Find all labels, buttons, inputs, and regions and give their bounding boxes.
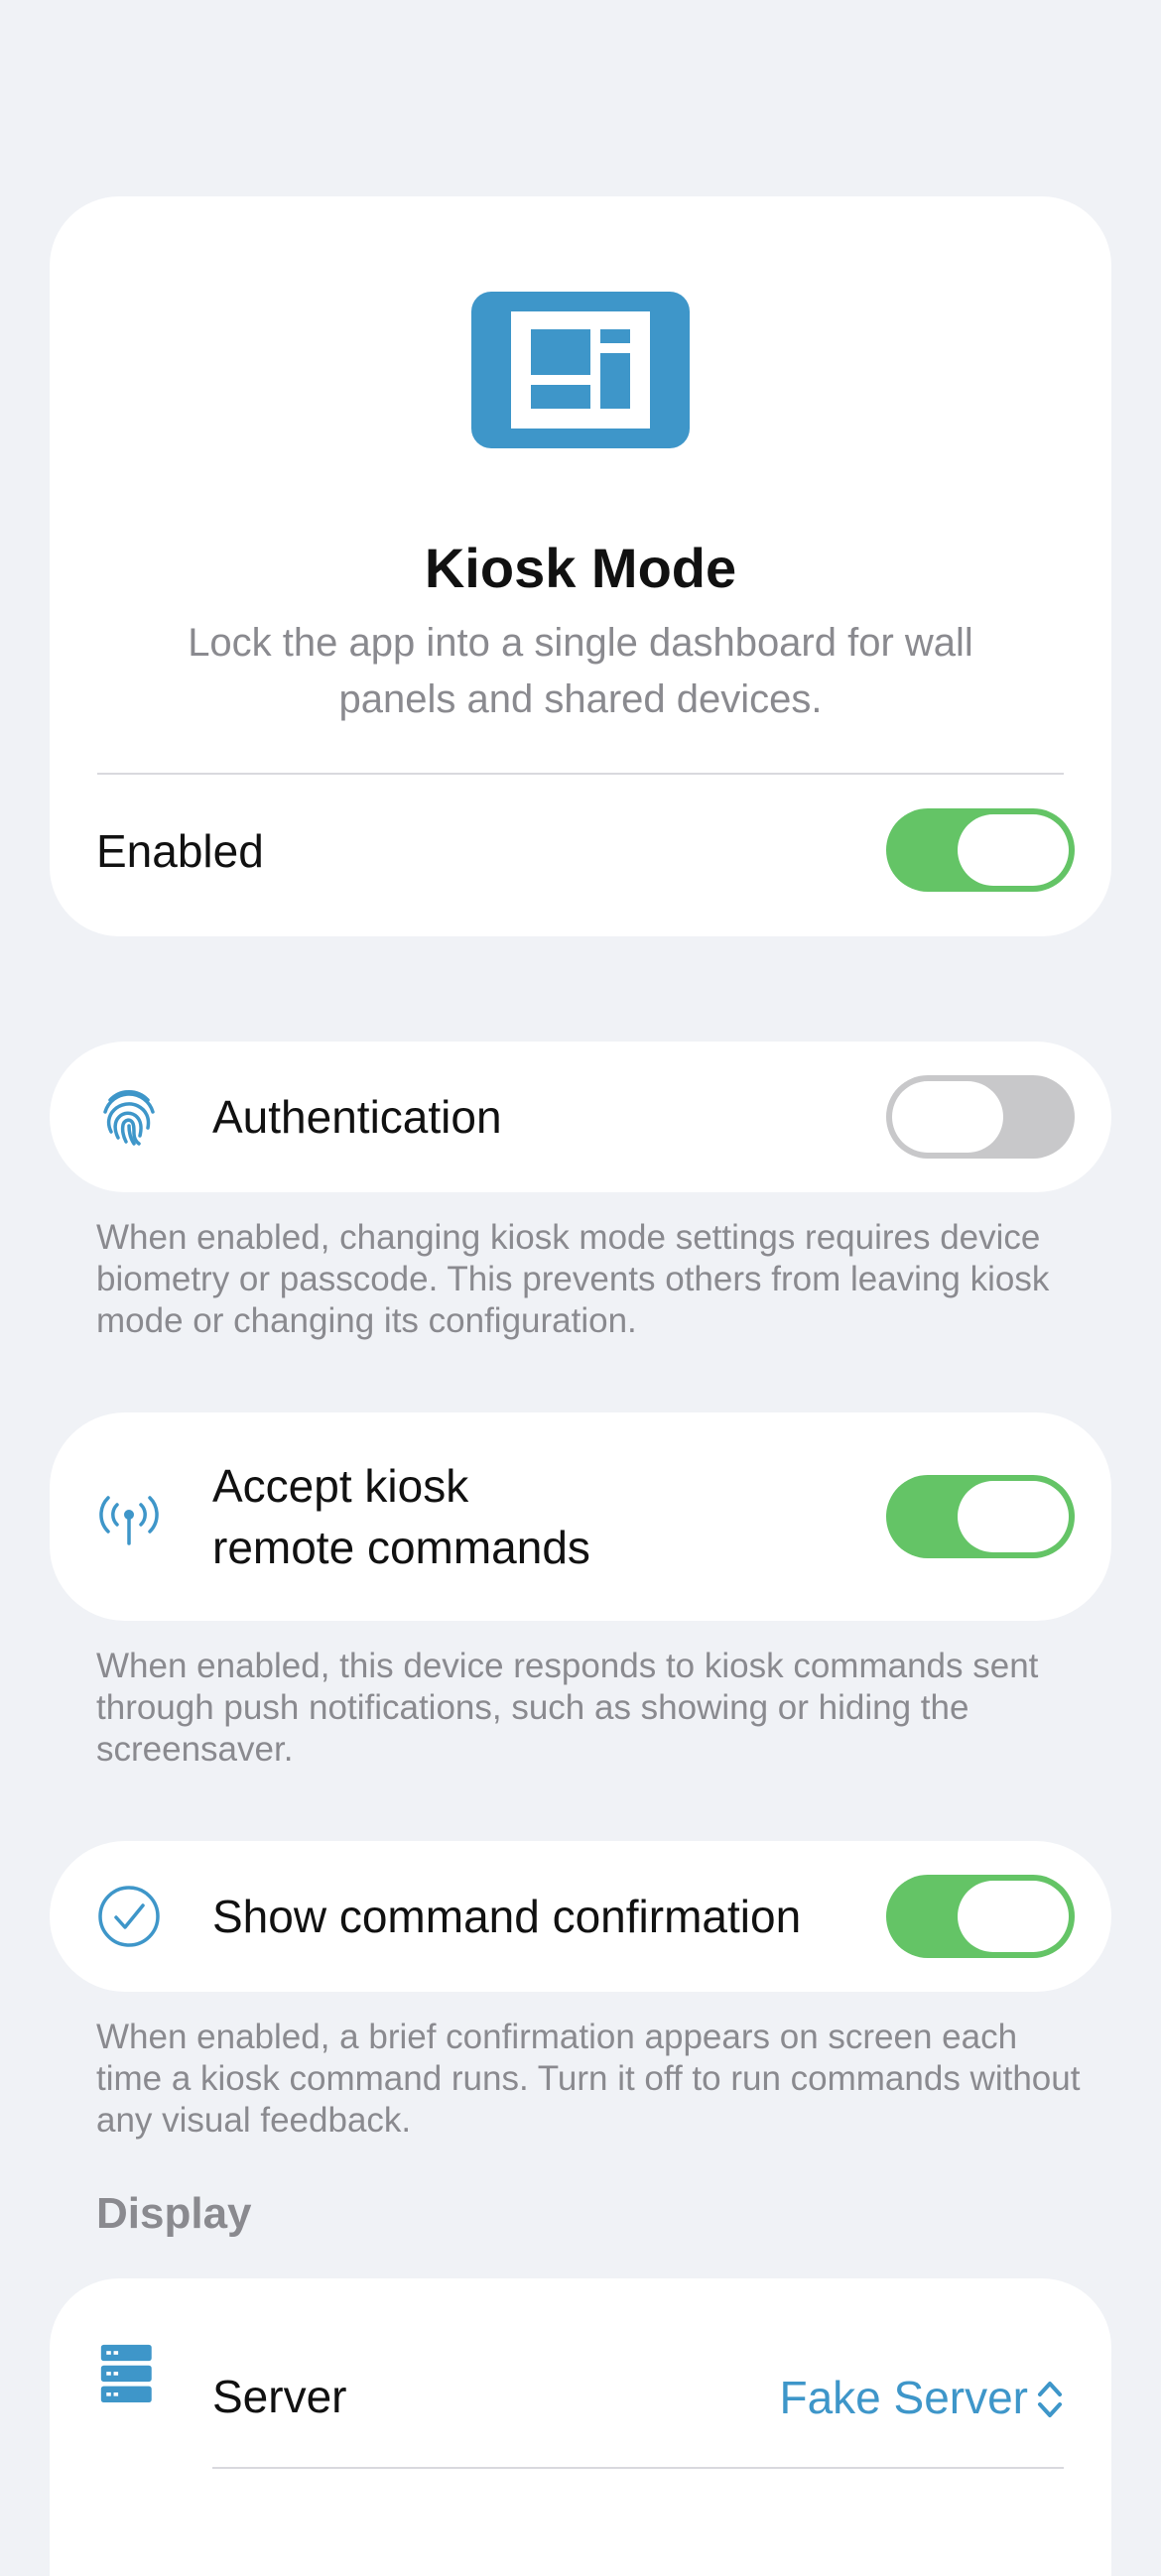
server-icon xyxy=(100,2344,152,2402)
command-confirmation-toggle[interactable] xyxy=(886,1875,1075,1958)
fingerprint-icon xyxy=(103,1090,155,1146)
page-subtitle: Lock the app into a single dashboard for… xyxy=(188,621,973,721)
toggle-knob xyxy=(958,1481,1069,1552)
display-section-header: Display xyxy=(96,2189,252,2238)
toggle-knob xyxy=(958,814,1069,886)
remote-commands-label-line2: remote commands xyxy=(212,1522,590,1573)
authentication-label: Authentication xyxy=(212,1091,502,1143)
antenna-icon xyxy=(99,1496,159,1545)
enabled-label: Enabled xyxy=(96,825,264,877)
chevron-up-down-icon xyxy=(1038,2382,1062,2417)
remote-commands-row: Accept kiosk remote commands xyxy=(50,1412,1111,1621)
authentication-toggle[interactable] xyxy=(886,1075,1075,1159)
command-confirmation-label: Show command confirmation xyxy=(212,1891,802,1942)
page-title: Kiosk Mode xyxy=(424,537,737,599)
remote-commands-toggle[interactable] xyxy=(886,1475,1075,1558)
command-confirmation-row: Show command confirmation xyxy=(50,1841,1111,1992)
kiosk-mode-header-card: Kiosk Mode Lock the app into a single da… xyxy=(50,196,1111,936)
kiosk-enabled-toggle[interactable] xyxy=(886,808,1075,892)
server-row[interactable]: Server Fake Server xyxy=(50,2278,1111,2576)
toggle-knob xyxy=(958,1881,1069,1952)
authentication-footnote: When enabled, changing kiosk mode settin… xyxy=(96,1218,1050,1340)
kiosk-dashboard-icon xyxy=(471,292,690,448)
divider xyxy=(212,2467,1064,2469)
divider xyxy=(97,773,1064,775)
checkmark-circle-icon xyxy=(98,1886,160,1947)
toggle-knob xyxy=(892,1081,1003,1153)
server-value[interactable]: Fake Server xyxy=(779,2371,1028,2424)
remote-commands-footnote: When enabled, this device responds to ki… xyxy=(96,1647,1039,1769)
command-confirmation-footnote: When enabled, a brief confirmation appea… xyxy=(96,2018,1081,2140)
server-label: Server xyxy=(212,2371,347,2422)
authentication-row: Authentication xyxy=(50,1042,1111,1192)
remote-commands-label-line1: Accept kiosk xyxy=(212,1460,469,1512)
